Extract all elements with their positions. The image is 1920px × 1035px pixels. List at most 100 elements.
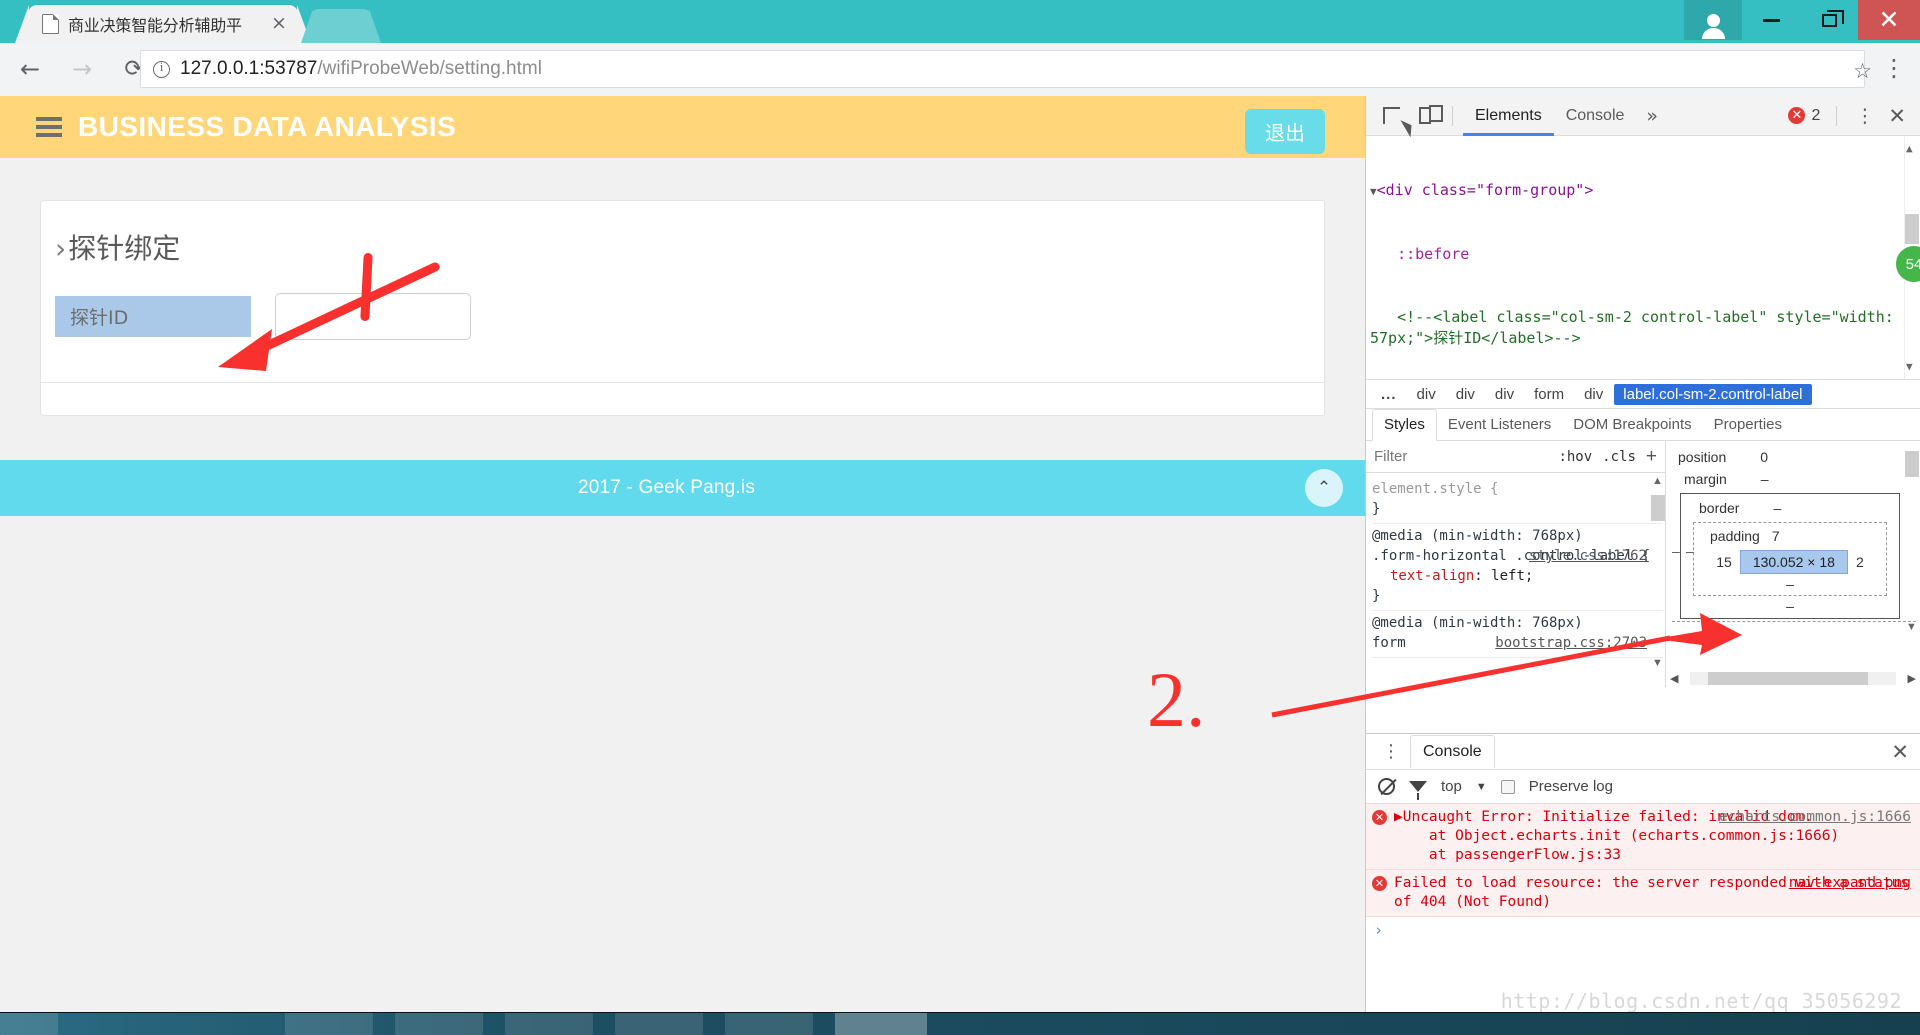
- scroll-down-icon[interactable]: ▼: [1906, 621, 1917, 633]
- tab-console-drawer[interactable]: Console: [1410, 735, 1495, 768]
- drawer-menu-icon[interactable]: ⋮: [1372, 741, 1410, 762]
- margin-value-top[interactable]: –: [1761, 471, 1769, 487]
- dom-line[interactable]: <!--<label class="col-sm-2 control-label…: [1370, 307, 1898, 349]
- profile-button[interactable]: [1684, 0, 1742, 40]
- console-prompt[interactable]: ›: [1366, 917, 1920, 944]
- preserve-log-checkbox[interactable]: [1500, 779, 1515, 794]
- scroll-left-icon[interactable]: ◀: [1670, 672, 1678, 685]
- bookmark-star-icon[interactable]: ☆: [1853, 59, 1872, 83]
- minimize-button[interactable]: [1742, 0, 1800, 40]
- border-value-top[interactable]: –: [1773, 500, 1781, 516]
- window-close-button[interactable]: ✕: [1858, 0, 1920, 40]
- more-tabs-icon[interactable]: »: [1636, 105, 1668, 127]
- tab-console[interactable]: Console: [1554, 96, 1637, 136]
- chevron-down-icon[interactable]: ▼: [1476, 781, 1487, 793]
- info-icon[interactable]: [153, 59, 170, 78]
- scrollbar-thumb[interactable]: [1651, 495, 1665, 521]
- new-tab-button[interactable]: [301, 9, 381, 43]
- breadcrumb-item-active[interactable]: label.col-sm-2.control-label: [1614, 383, 1812, 405]
- breadcrumb-item[interactable]: div: [1486, 384, 1523, 405]
- content-size[interactable]: 130.052 × 18: [1739, 550, 1848, 574]
- hamburger-icon[interactable]: [36, 117, 62, 137]
- dom-tree[interactable]: ▼<div class="form-group"> ::before <!--<…: [1366, 136, 1920, 379]
- taskbar-item[interactable]: [725, 1013, 813, 1035]
- scroll-down-icon[interactable]: ▼: [1906, 356, 1913, 377]
- filter-icon[interactable]: [1409, 781, 1427, 800]
- tab-dom-breakpoints[interactable]: DOM Breakpoints: [1562, 410, 1702, 440]
- dom-pseudo-before: ::before: [1397, 245, 1470, 263]
- page-icon: [42, 14, 59, 34]
- taskbar-item[interactable]: [505, 1013, 593, 1035]
- tab-elements[interactable]: Elements: [1463, 96, 1554, 136]
- css-source-link[interactable]: bootstrap.css:2703: [1495, 633, 1647, 653]
- taskbar-item[interactable]: [395, 1013, 483, 1035]
- box-model-hscrollbar[interactable]: ◀ ▶: [1670, 671, 1916, 685]
- browser-tab[interactable]: 商业决策智能分析辅助平 ×: [15, 5, 311, 43]
- console-context-select[interactable]: top: [1441, 778, 1462, 795]
- drawer-close-icon[interactable]: ✕: [1879, 740, 1920, 764]
- scrollbar-thumb[interactable]: [1905, 214, 1919, 244]
- address-bar[interactable]: 127.0.0.1:53787/wifiProbeWeb/setting.htm…: [140, 50, 1865, 88]
- logout-button[interactable]: 退出: [1245, 109, 1325, 154]
- tab-styles[interactable]: Styles: [1372, 409, 1437, 441]
- dom-line[interactable]: ▼<div class="form-group">: [1370, 180, 1898, 202]
- border-bottom-value[interactable]: –: [1687, 598, 1893, 614]
- css-rule[interactable]: @media (min-width: 768px) form bootstrap…: [1372, 611, 1663, 658]
- breadcrumb-item[interactable]: div: [1408, 384, 1445, 405]
- breadcrumb-item[interactable]: form: [1525, 384, 1573, 405]
- scroll-up-icon[interactable]: ▲: [1652, 475, 1663, 487]
- console-error-message[interactable]: ✕ nav-expand.png Failed to load resource…: [1366, 870, 1920, 917]
- console-source-link[interactable]: nav-expand.png: [1789, 874, 1911, 893]
- tab-event-listeners[interactable]: Event Listeners: [1437, 410, 1562, 440]
- box-model-vscrollbar[interactable]: ▼: [1905, 443, 1919, 633]
- padding-left-value[interactable]: 15: [1716, 554, 1732, 570]
- dom-line[interactable]: ::before: [1370, 244, 1898, 265]
- chevron-up-icon[interactable]: ⌃: [1305, 469, 1343, 507]
- taskbar-item-active[interactable]: [835, 1013, 927, 1035]
- breadcrumb-item[interactable]: div: [1575, 384, 1612, 405]
- border-left-value[interactable]: –: [1686, 543, 1694, 559]
- coverage-badge[interactable]: 54: [1894, 244, 1920, 284]
- back-button[interactable]: ←: [8, 47, 52, 91]
- expander-icon[interactable]: ▶: [1394, 809, 1403, 825]
- close-icon[interactable]: ×: [268, 13, 290, 35]
- probe-id-input[interactable]: [275, 293, 471, 340]
- console-error-message[interactable]: ✕ echarts.common.js:1666 ▶Uncaught Error…: [1366, 804, 1920, 870]
- breadcrumb-item[interactable]: div: [1447, 384, 1484, 405]
- css-source-link[interactable]: style.css:1762: [1529, 546, 1647, 566]
- taskbar-start-button[interactable]: [0, 1013, 58, 1035]
- new-style-rule-button[interactable]: +: [1646, 446, 1657, 468]
- css-rule[interactable]: element.style { }: [1372, 477, 1663, 524]
- error-badge[interactable]: ✕ 2: [1788, 107, 1826, 125]
- breadcrumb-overflow[interactable]: ...: [1372, 384, 1406, 405]
- clear-console-icon[interactable]: [1378, 778, 1395, 795]
- scroll-down-icon[interactable]: ▼: [1652, 657, 1663, 669]
- scrollbar-thumb[interactable]: [1905, 451, 1919, 477]
- taskbar-item[interactable]: [285, 1013, 373, 1035]
- tab-properties[interactable]: Properties: [1703, 410, 1793, 440]
- inspect-element-icon[interactable]: [1374, 99, 1408, 133]
- scroll-right-icon[interactable]: ▶: [1908, 672, 1916, 685]
- css-declaration[interactable]: text-align: left;: [1372, 566, 1663, 586]
- css-rules-scrollbar[interactable]: ▲ ▼: [1651, 473, 1665, 687]
- devtools-close-icon[interactable]: ✕: [1882, 104, 1912, 128]
- css-rule[interactable]: @media (min-width: 768px) .form-horizont…: [1372, 524, 1663, 611]
- console-source-link[interactable]: echarts.common.js:1666: [1719, 808, 1911, 827]
- scrollbar-thumb[interactable]: [1708, 671, 1869, 685]
- scroll-up-icon[interactable]: ▲: [1906, 138, 1913, 159]
- taskbar-item[interactable]: [615, 1013, 703, 1035]
- styles-filter-input[interactable]: Filter: [1374, 448, 1548, 465]
- cls-toggle[interactable]: .cls: [1602, 449, 1636, 465]
- position-value[interactable]: 0: [1760, 449, 1768, 465]
- padding-bottom-value[interactable]: –: [1698, 576, 1882, 592]
- devtools-menu-icon[interactable]: ⋮: [1847, 105, 1882, 127]
- scrollbar-track[interactable]: [1690, 671, 1896, 685]
- margin-left-value[interactable]: –: [1672, 543, 1680, 559]
- box-model-diagram[interactable]: position 0 margin – border – padding 7 1…: [1672, 447, 1916, 622]
- hov-toggle[interactable]: :hov: [1558, 449, 1592, 465]
- maximize-button[interactable]: [1800, 0, 1858, 40]
- padding-value-top[interactable]: 7: [1772, 528, 1780, 544]
- css-selector: element.style {: [1372, 481, 1499, 497]
- padding-right-value[interactable]: 2: [1856, 554, 1864, 570]
- browser-menu-icon[interactable]: ⋮: [1882, 55, 1906, 81]
